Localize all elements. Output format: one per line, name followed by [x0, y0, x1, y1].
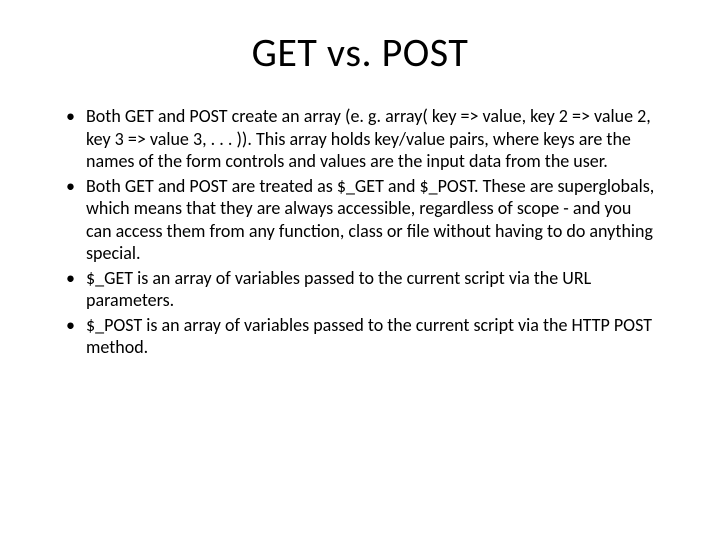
list-item: Both GET and POST create an array (e. g.… [60, 105, 660, 173]
list-item: $_POST is an array of variables passed t… [60, 314, 660, 359]
list-item: $_GET is an array of variables passed to… [60, 267, 660, 312]
bullet-list: Both GET and POST create an array (e. g.… [60, 105, 660, 359]
list-item: Both GET and POST are treated as $_GET a… [60, 175, 660, 265]
slide: GET vs. POST Both GET and POST create an… [0, 0, 720, 540]
slide-title: GET vs. POST [60, 28, 660, 77]
